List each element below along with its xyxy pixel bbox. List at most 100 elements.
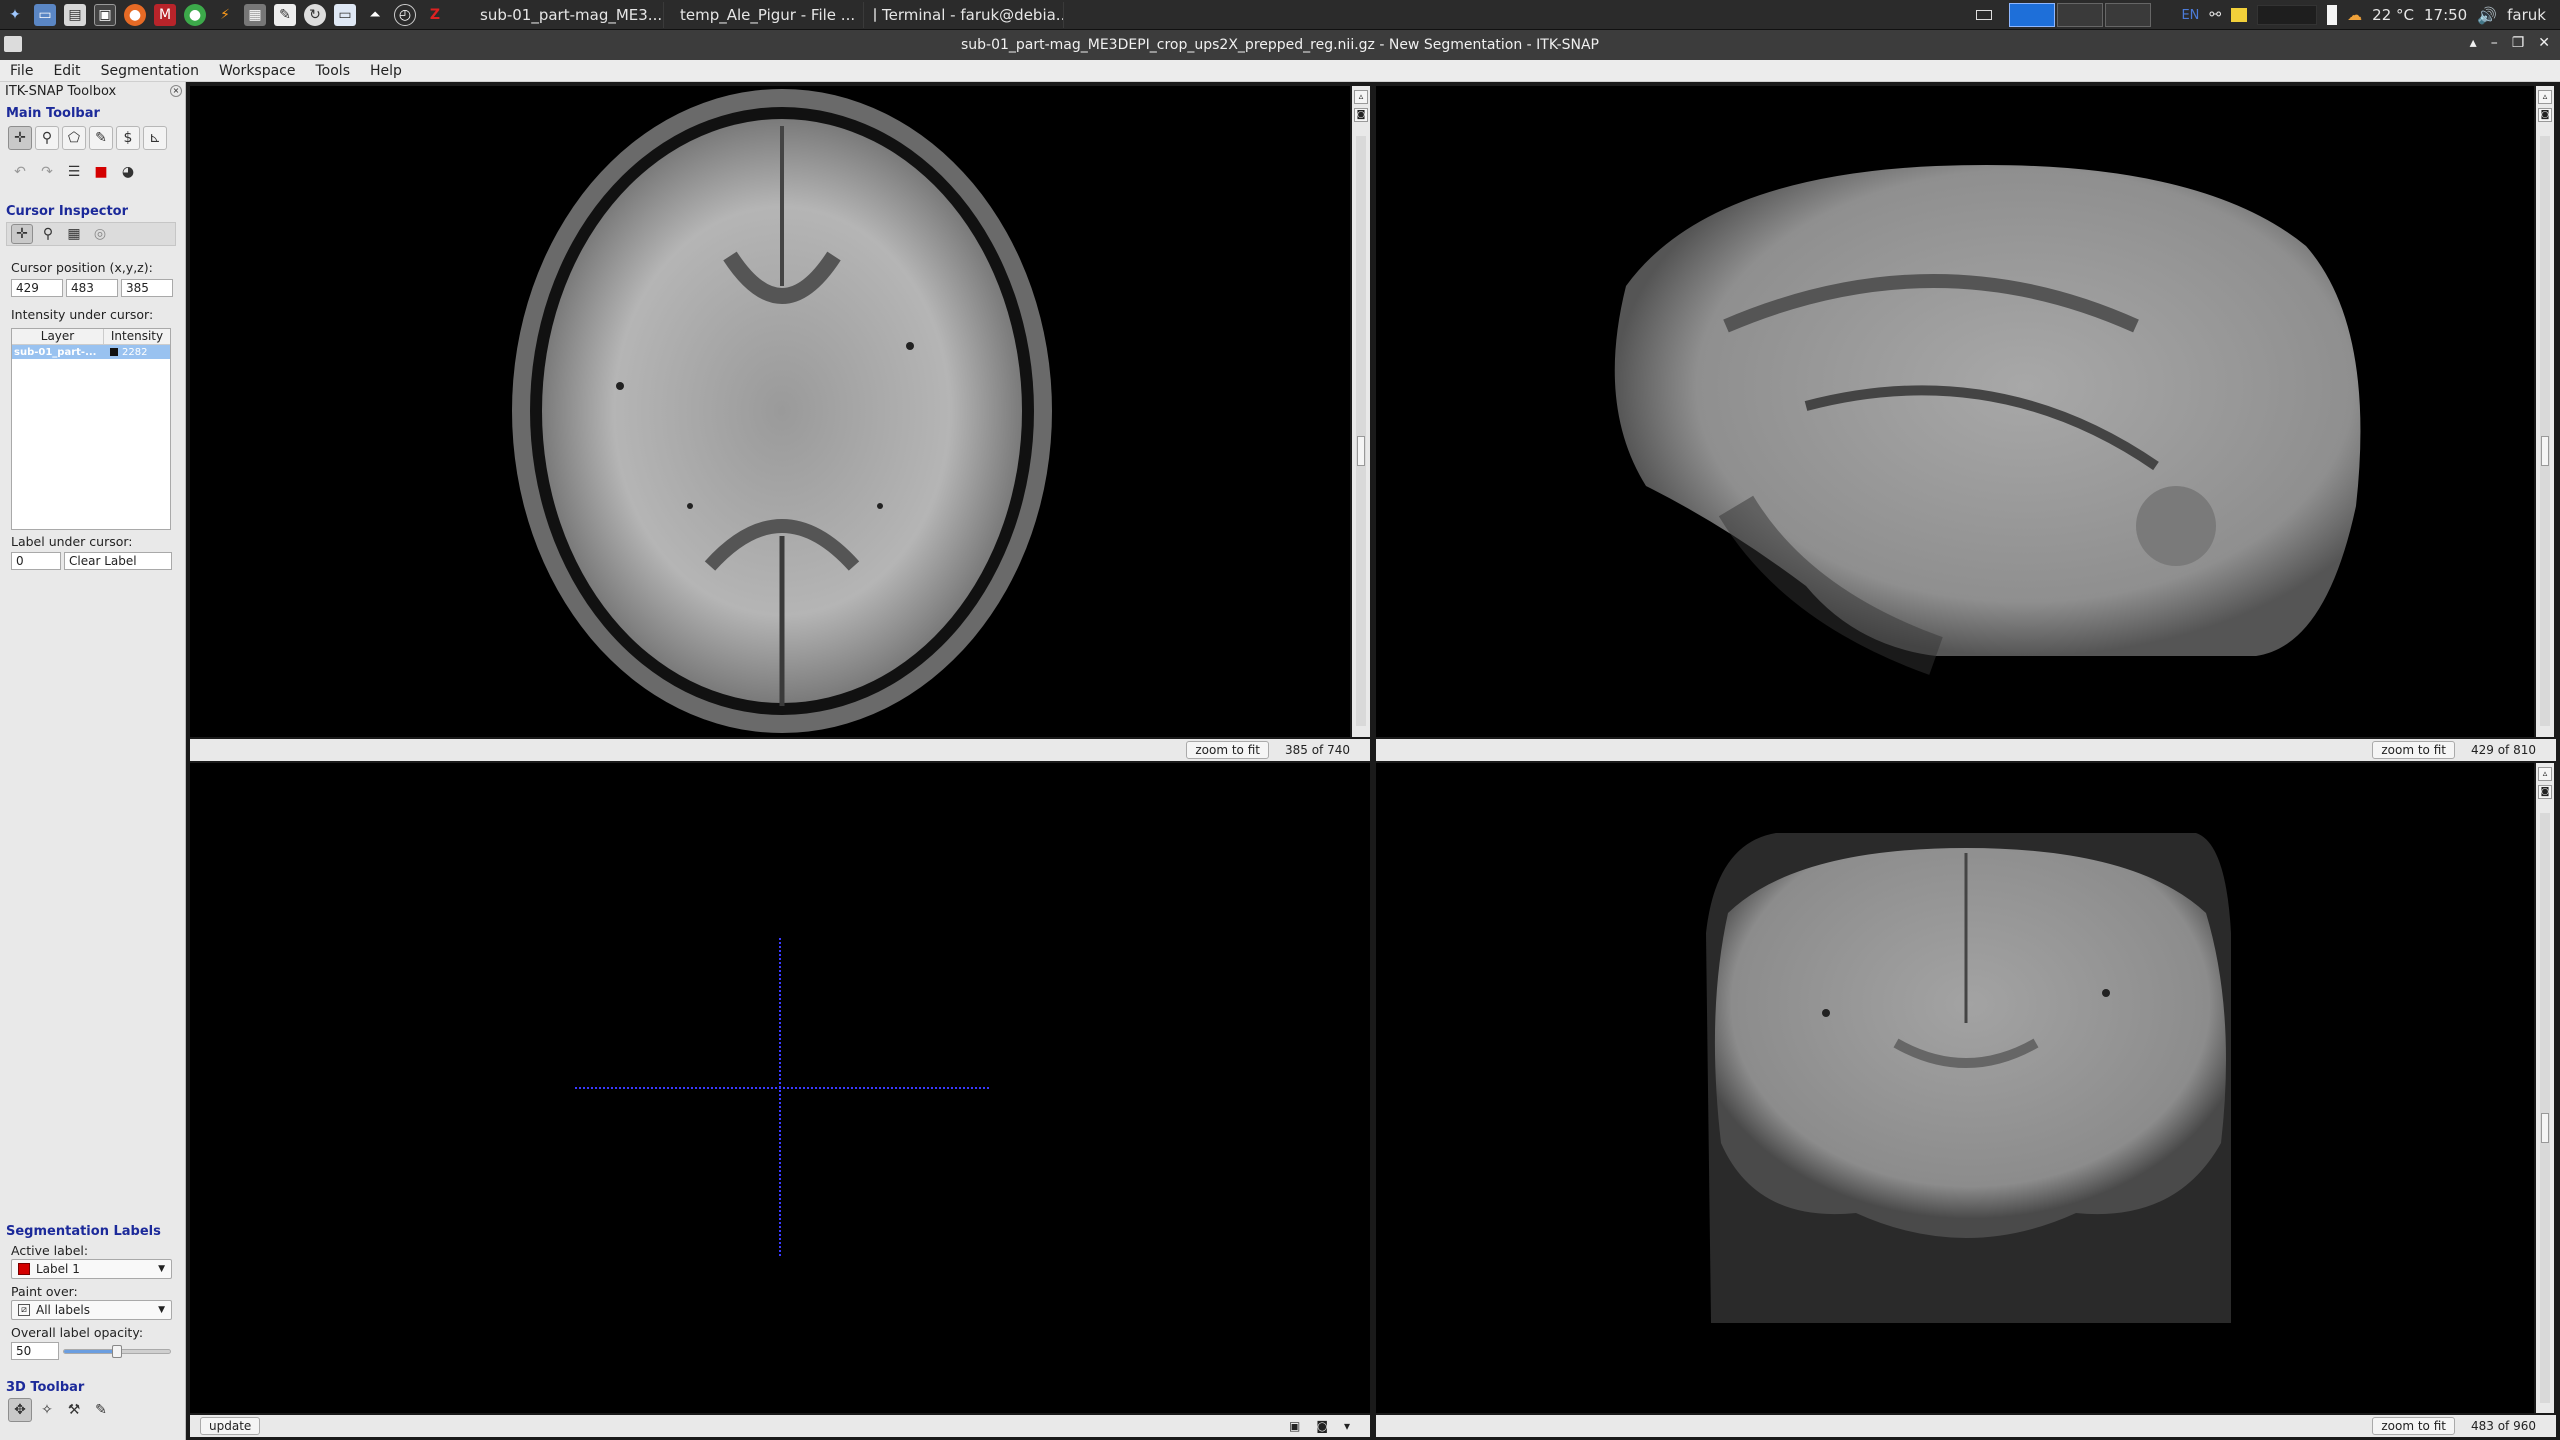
menu-tools[interactable]: Tools xyxy=(306,63,361,79)
app-menu-icon[interactable]: ✦ xyxy=(4,4,26,26)
workspace-1[interactable] xyxy=(1913,3,1960,27)
clock[interactable]: 17:50 xyxy=(2424,6,2467,24)
axial-scroll-thumb[interactable] xyxy=(1357,436,1365,466)
workspace-5[interactable] xyxy=(2105,3,2152,27)
brush-3d-icon[interactable]: ✎ xyxy=(89,1398,113,1422)
label-name-field[interactable]: Clear Label xyxy=(64,552,172,570)
minimize-button[interactable]: – xyxy=(2491,35,2498,51)
scalpel-3d-icon[interactable]: ⚒ xyxy=(62,1398,86,1422)
inspector-sync-icon[interactable]: ◎ xyxy=(89,224,111,244)
network-icon[interactable]: ⚯ xyxy=(2209,7,2221,23)
menu-segmentation[interactable]: Segmentation xyxy=(91,63,209,79)
opacity-slider-thumb[interactable] xyxy=(112,1345,122,1358)
file-manager-icon[interactable]: ▭ xyxy=(34,3,56,26)
paint-over-select[interactable]: ⧄ All labels ▼ xyxy=(11,1300,172,1320)
redo-icon[interactable]: ↷ xyxy=(35,160,59,184)
expand-view-icon[interactable]: ▵ xyxy=(2538,767,2552,781)
active-label-select[interactable]: Label 1 ▼ xyxy=(11,1259,172,1279)
undo-icon[interactable]: ↶ xyxy=(8,160,32,184)
terminal-icon[interactable]: ▣ xyxy=(94,3,116,26)
cursor-x-field[interactable]: 429 xyxy=(11,279,63,297)
menu-edit[interactable]: Edit xyxy=(43,63,90,79)
rotate-3d-icon[interactable]: ✥ xyxy=(8,1398,32,1422)
sagittal-view[interactable] xyxy=(1376,86,2534,737)
inspector-zoom-icon[interactable]: ⚲ xyxy=(37,224,59,244)
close-button[interactable]: ✕ xyxy=(2538,35,2550,51)
keyboard-layout[interactable]: EN xyxy=(2181,8,2199,23)
zotero-icon[interactable]: Z xyxy=(424,4,446,26)
chrome-icon[interactable]: ● xyxy=(184,3,206,26)
sagittal-slice-scrollbar[interactable] xyxy=(2540,136,2550,726)
clipboard-icon[interactable]: ▤ xyxy=(64,3,86,26)
workspace-2[interactable] xyxy=(1961,3,2008,27)
maximize-button[interactable]: ❐ xyxy=(2512,35,2525,51)
3d-export-icon[interactable]: ▣ xyxy=(1289,1419,1300,1433)
screenshot-icon[interactable]: ◙ xyxy=(1354,108,1368,122)
workspace-pager[interactable] xyxy=(1913,3,2152,27)
menu-workspace[interactable]: Workspace xyxy=(209,63,306,79)
paintbrush-mode-icon[interactable]: ✎ xyxy=(89,126,113,150)
clock-app-icon[interactable]: ◴ xyxy=(394,3,416,26)
cursor-y-field[interactable]: 483 xyxy=(66,279,118,297)
menu-help[interactable]: Help xyxy=(360,63,412,79)
battery-icon[interactable] xyxy=(2327,5,2338,25)
polygon-mode-icon[interactable]: ⬠ xyxy=(62,126,86,150)
window-app-icon[interactable] xyxy=(4,36,22,52)
column-header-intensity[interactable]: Intensity xyxy=(104,329,170,344)
crosshair-mode-icon[interactable]: ✛ xyxy=(8,126,32,150)
inspector-cursor-icon[interactable]: ✛ xyxy=(11,224,33,244)
ruler-mode-icon[interactable]: ⊾ xyxy=(143,126,167,150)
sagittal-zoom-to-fit-button[interactable]: zoom to fit xyxy=(2372,741,2455,759)
column-header-layer[interactable]: Layer xyxy=(12,329,104,344)
coronal-slice-scrollbar[interactable] xyxy=(2540,813,2550,1403)
workspace-4[interactable] xyxy=(2057,3,2104,27)
sagittal-scroll-thumb[interactable] xyxy=(2541,436,2549,466)
calculator-icon[interactable]: ▦ xyxy=(244,3,266,26)
axial-zoom-to-fit-button[interactable]: zoom to fit xyxy=(1186,741,1269,759)
expand-view-icon[interactable]: ▵ xyxy=(2538,90,2552,104)
label-id-field[interactable]: 0 xyxy=(11,552,61,570)
inspector-table-icon[interactable]: ▦ xyxy=(63,224,85,244)
notes-icon[interactable]: ✎ xyxy=(274,3,296,26)
task-itksnap[interactable]: sub-01_part-mag_ME3... xyxy=(464,1,664,28)
axial-view[interactable] xyxy=(190,86,1350,737)
menu-file[interactable]: File xyxy=(0,63,43,79)
window-icon[interactable]: ▭ xyxy=(334,3,356,26)
coronal-scroll-thumb[interactable] xyxy=(2541,1113,2549,1143)
weather-temp[interactable]: 22 °C xyxy=(2372,6,2414,24)
axial-slice-scrollbar[interactable] xyxy=(1356,136,1366,726)
upload-icon[interactable]: ⏶ xyxy=(364,4,386,26)
3d-screenshot-icon[interactable]: ◙ xyxy=(1316,1419,1328,1433)
snake-mode-icon[interactable]: $ xyxy=(116,126,140,150)
layers-icon[interactable]: ☰ xyxy=(62,160,86,184)
firefox-icon[interactable]: ● xyxy=(124,3,146,26)
mail-icon[interactable]: M xyxy=(154,3,176,26)
opacity-field[interactable]: 50 xyxy=(11,1342,59,1360)
update-3d-button[interactable]: update xyxy=(200,1417,261,1435)
three-d-view[interactable] xyxy=(190,763,1370,1413)
coronal-zoom-to-fit-button[interactable]: zoom to fit xyxy=(2372,1417,2455,1435)
volume-icon[interactable]: 🔊 xyxy=(2477,6,2497,25)
color-palette-icon[interactable]: ◕ xyxy=(116,160,140,184)
refresh-app-icon[interactable]: ↻ xyxy=(304,3,326,26)
task-file-manager[interactable]: temp_Ale_Pigur - File ... xyxy=(664,1,864,28)
table-row[interactable]: sub-01_part-... 2282 xyxy=(12,345,170,359)
coronal-view[interactable] xyxy=(1376,763,2534,1413)
user-name[interactable]: faruk xyxy=(2507,6,2546,24)
spray-3d-icon[interactable]: ✧ xyxy=(35,1398,59,1422)
screenshot-icon[interactable]: ◙ xyxy=(2538,785,2552,799)
label-editor-icon[interactable]: ■ xyxy=(89,160,113,184)
cursor-z-field[interactable]: 385 xyxy=(121,279,173,297)
zoom-mode-icon[interactable]: ⚲ xyxy=(35,126,59,150)
3d-menu-chevron-icon[interactable]: ▾ xyxy=(1344,1419,1350,1433)
weather-icon[interactable]: ☁ xyxy=(2347,6,2362,24)
workspace-3[interactable] xyxy=(2009,3,2056,27)
shade-button[interactable]: ▴ xyxy=(2470,35,2477,51)
screenshot-icon[interactable]: ◙ xyxy=(2538,108,2552,122)
toolbox-close-icon[interactable]: × xyxy=(170,85,182,97)
task-terminal[interactable]: Terminal - faruk@debia... xyxy=(864,1,1064,28)
opacity-slider[interactable] xyxy=(63,1345,171,1358)
notes-tray-icon[interactable] xyxy=(2231,8,2248,22)
expand-view-icon[interactable]: ▵ xyxy=(1354,90,1368,104)
flash-icon[interactable]: ⚡ xyxy=(214,4,236,26)
